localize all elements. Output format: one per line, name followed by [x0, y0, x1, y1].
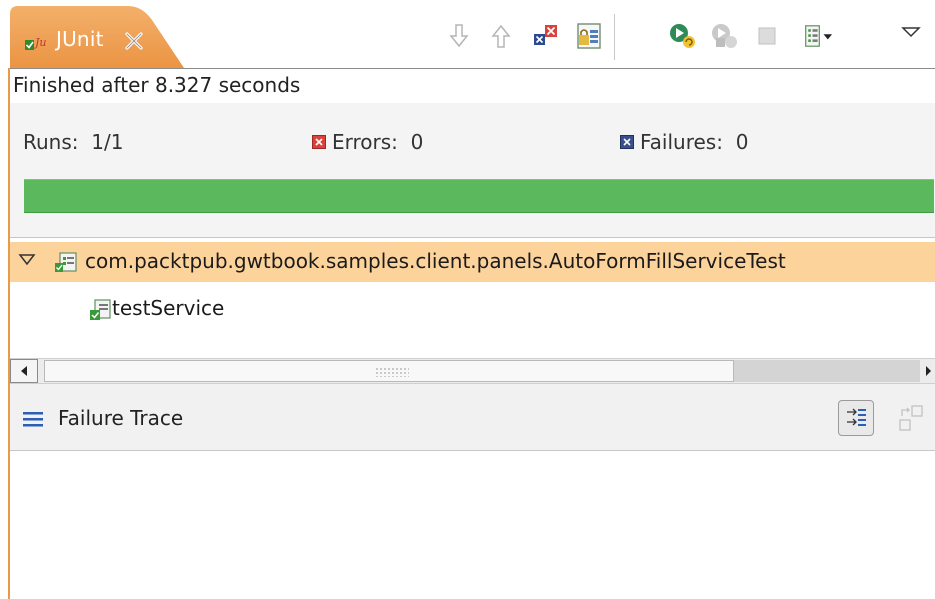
toolbar-separator	[614, 14, 615, 60]
list-icon	[22, 410, 44, 432]
test-passed-icon	[90, 299, 112, 325]
scrollbar-grip	[375, 367, 409, 377]
next-failure-button[interactable]	[442, 18, 476, 54]
scrollbar-thumb[interactable]	[44, 360, 734, 382]
scroll-left-button[interactable]	[10, 359, 38, 383]
filter-stack-trace-button[interactable]	[838, 400, 874, 436]
compare-icon	[899, 405, 923, 431]
compare-result-button[interactable]	[896, 402, 926, 434]
arrow-left-icon	[21, 366, 27, 376]
test-run-history-button[interactable]	[804, 18, 838, 54]
expand-triangle-icon[interactable]	[18, 252, 36, 272]
close-icon[interactable]	[122, 29, 146, 53]
svg-text:Ju: Ju	[33, 36, 47, 49]
view-menu-icon	[901, 27, 921, 38]
errors-label: Errors:	[332, 130, 398, 154]
runs-counter: Runs: 1/1	[23, 130, 123, 154]
scroll-lock-button[interactable]	[572, 18, 606, 54]
tab-title: JUnit	[56, 27, 104, 51]
rerun-test-button[interactable]	[666, 18, 700, 54]
counter-panel: Runs: 1/1 Errors: 0 Failures: 0	[10, 103, 935, 237]
show-failures-only-button[interactable]	[528, 18, 562, 54]
progress-fill	[24, 180, 934, 212]
runs-value: 1/1	[91, 130, 124, 154]
tree-row-test[interactable]: testService	[10, 288, 935, 328]
scrollbar-track[interactable]	[734, 360, 920, 382]
elapsed-time-text: Finished after 8.327 seconds	[13, 73, 301, 97]
test-suite-icon	[54, 251, 80, 277]
stop-button[interactable]	[750, 18, 784, 54]
scroll-lock-icon	[577, 23, 601, 49]
errors-value: 0	[410, 130, 424, 154]
view-toolbar: Ju JUnit	[0, 0, 935, 68]
failure-icon	[620, 135, 634, 149]
failure-trace-title: Failure Trace	[58, 406, 184, 430]
arrow-down-icon	[449, 24, 469, 48]
suite-label: com.packtpub.gwtbook.samples.client.pane…	[85, 249, 786, 273]
tab-junit[interactable]: Ju JUnit	[10, 6, 184, 68]
rerun-failed-first-button[interactable]	[708, 18, 742, 54]
junit-icon: Ju	[24, 32, 48, 52]
test-tree[interactable]: com.packtpub.gwtbook.samples.client.pane…	[10, 237, 935, 359]
test-label: testService	[112, 296, 225, 320]
horizontal-scrollbar[interactable]	[10, 358, 935, 384]
rerun-icon	[670, 24, 695, 48]
status-line: Finished after 8.327 seconds	[10, 68, 935, 104]
scroll-right-button[interactable]	[921, 359, 935, 383]
failures-value: 0	[735, 130, 749, 154]
filter-stack-icon	[847, 408, 866, 426]
tree-row-suite[interactable]: com.packtpub.gwtbook.samples.client.pane…	[10, 242, 935, 282]
progress-bar	[24, 179, 934, 213]
failures-label: Failures:	[640, 130, 723, 154]
arrow-up-icon	[491, 24, 511, 48]
failures-counter: Failures: 0	[620, 130, 748, 154]
view-menu-button[interactable]	[894, 14, 928, 50]
history-icon	[805, 25, 833, 47]
failure-trace-area[interactable]	[10, 451, 935, 599]
failure-trace-header: Failure Trace	[10, 384, 935, 451]
junit-view: Ju JUnit Finished after 8.327 seconds Ru…	[0, 0, 935, 599]
error-icon	[312, 135, 326, 149]
rerun-failed-icon	[712, 24, 737, 48]
arrow-right-icon	[926, 366, 931, 376]
failures-filter-icon	[534, 25, 557, 45]
stop-icon	[758, 27, 776, 45]
runs-label: Runs:	[23, 130, 79, 154]
previous-failure-button[interactable]	[484, 18, 518, 54]
errors-counter: Errors: 0	[312, 130, 423, 154]
